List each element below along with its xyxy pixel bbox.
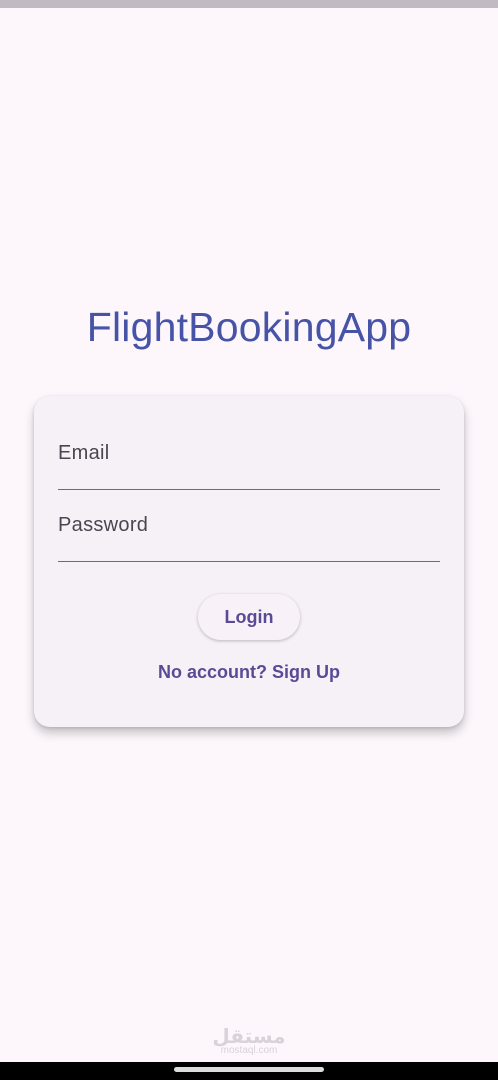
password-field[interactable]: Password: [58, 506, 440, 562]
app-title: FlightBookingApp: [86, 304, 412, 350]
home-indicator[interactable]: [174, 1067, 324, 1072]
watermark: مستقل mostaql.com: [0, 1026, 498, 1056]
signup-link[interactable]: No account? Sign Up: [34, 662, 464, 683]
status-bar: [0, 0, 498, 8]
email-label: Email: [58, 442, 110, 464]
login-card: Email Password Login No account? Sign Up: [34, 396, 464, 727]
login-button[interactable]: Login: [198, 594, 300, 640]
password-underline: [58, 561, 440, 562]
email-underline: [58, 489, 440, 490]
password-label: Password: [58, 514, 149, 536]
watermark-logo: مستقل: [212, 1024, 286, 1048]
email-field[interactable]: Email: [58, 434, 440, 490]
watermark-site: mostaql.com: [220, 1045, 278, 1056]
